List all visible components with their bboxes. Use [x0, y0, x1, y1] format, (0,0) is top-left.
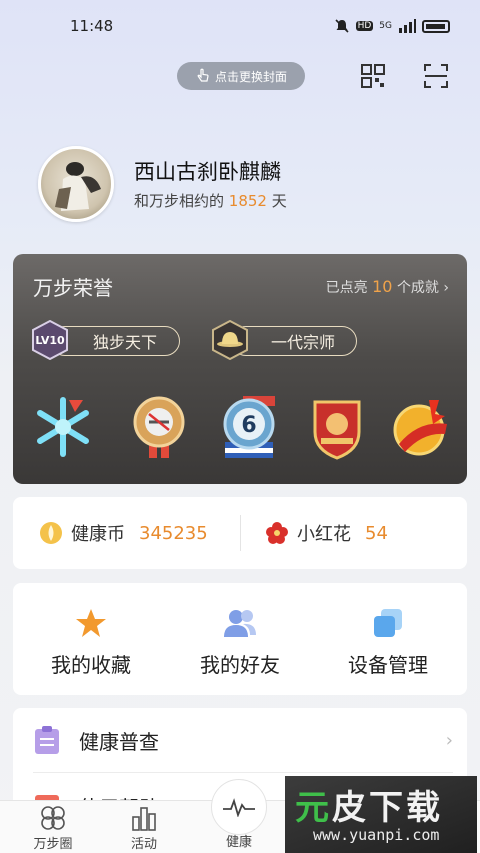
little-red-flowers[interactable]: 小红花 54 [265, 497, 388, 569]
circle-group-icon [41, 806, 65, 830]
list-divider [33, 772, 453, 773]
status-icons: HD 5G [334, 18, 450, 34]
tab-label-health: 健康 [225, 835, 252, 850]
shield-medal-icon[interactable] [305, 394, 369, 460]
days-suffix: 天 [271, 192, 287, 210]
heartbeat-icon [223, 798, 255, 817]
days-value: 1852 [228, 192, 267, 210]
favorites-button[interactable]: 我的收藏 [21, 607, 161, 678]
points-card: 健康币 345235 小红花 54 [13, 497, 467, 569]
signal-icon [399, 19, 416, 33]
points-divider [240, 515, 241, 551]
lit-prefix: 已点亮 [325, 280, 368, 296]
device-management-button[interactable]: 设备管理 [318, 607, 458, 678]
device-management-label: 设备管理 [348, 653, 428, 677]
site-watermark-logo: 元皮下载 www.yuanpi.com [285, 776, 477, 853]
watermark-brand: 元皮下载 [295, 780, 443, 829]
tab-wanbu-circle[interactable]: 万步圈 [18, 805, 88, 852]
number-six-medal-icon[interactable]: 6 [217, 394, 281, 460]
snowflake-medal-icon[interactable] [31, 394, 95, 460]
red-flowers-value: 54 [365, 522, 388, 544]
profile-name: 西山古刹卧麒麟 [134, 160, 281, 184]
devices-icon [374, 609, 402, 637]
days-prefix: 和万步相约的 [134, 192, 225, 210]
mute-icon [335, 19, 349, 33]
clipboard-icon [35, 726, 59, 754]
red-flower-icon [266, 522, 288, 544]
health-coin-icon [40, 522, 62, 544]
top-actions: 点击更换封面 [0, 60, 480, 92]
list-label-health-survey: 健康普查 [79, 729, 159, 754]
watermark-brand-b: 皮下载 [332, 788, 443, 828]
change-cover-label: 点击更换封面 [214, 69, 287, 84]
health-coins-label: 健康币 [71, 524, 125, 545]
status-bar: 11:48 HD 5G [0, 0, 480, 52]
level-hex-badge-icon: LV10 [32, 320, 68, 360]
profile-header: 西山古刹卧麒麟 和万步相约的 1852 天 [38, 146, 458, 222]
title-pill-1[interactable]: 独步天下 [50, 326, 180, 356]
title-pill-2[interactable]: 一代宗师 [231, 326, 357, 356]
chevron-right-icon: › [445, 729, 453, 751]
watermark-url: www.yuanpi.com [313, 826, 440, 844]
battery-icon [422, 19, 450, 33]
activity-icon [132, 807, 156, 831]
tab-label-wanbu-circle: 万步圈 [33, 837, 73, 852]
hd-icon: HD [355, 21, 374, 31]
change-cover-button[interactable]: 点击更换封面 [177, 62, 305, 90]
friends-label: 我的好友 [200, 653, 280, 677]
chevron-right-icon: › [443, 280, 449, 296]
honor-card[interactable]: 万步荣誉 已点亮 10 个成就 › 独步天下 LV10 一代宗师 6 [13, 254, 467, 484]
tab-label-activity: 活动 [130, 837, 157, 852]
tab-health[interactable]: 健康 [204, 831, 274, 850]
title-label-1: 独步天下 [92, 333, 157, 352]
long-march-medal-icon[interactable] [389, 394, 453, 460]
watermark-brand-a: 元 [295, 788, 332, 828]
avatar-figure-icon [55, 162, 101, 211]
medal-six-text: 6 [241, 413, 256, 438]
health-coins[interactable]: 健康币 345235 [39, 497, 208, 569]
tab-activity[interactable]: 活动 [109, 805, 179, 852]
level-badge-text: LV10 [35, 334, 65, 347]
avatar[interactable] [38, 146, 114, 222]
achievements-lit-link[interactable]: 已点亮 10 个成就 › [326, 277, 449, 297]
star-icon [76, 609, 106, 637]
master-hat-badge-icon [212, 320, 248, 360]
honor-title: 万步荣誉 [33, 276, 113, 300]
status-time: 11:48 [70, 17, 114, 35]
qr-code-icon[interactable] [359, 62, 387, 90]
profile-days: 和万步相约的 1852 天 [134, 190, 287, 211]
friends-icon [224, 610, 256, 637]
red-flowers-label: 小红花 [297, 524, 351, 545]
network-label: 5G [379, 21, 392, 31]
favorites-label: 我的收藏 [51, 653, 131, 677]
no-smoking-medal-icon[interactable] [127, 394, 191, 460]
title-label-2: 一代宗师 [270, 333, 335, 352]
hand-pointer-icon [197, 68, 209, 82]
medal-row: 6 [13, 394, 467, 464]
friends-button[interactable]: 我的好友 [170, 607, 310, 678]
scan-icon[interactable] [422, 62, 450, 90]
health-coins-value: 345235 [139, 522, 208, 544]
lit-count: 10 [372, 277, 393, 296]
lit-suffix: 个成就 [396, 280, 439, 296]
list-item-health-survey[interactable]: 健康普查 › [13, 708, 467, 772]
quick-actions-card: 我的收藏 我的好友 设备管理 [13, 583, 467, 695]
tab-health-button[interactable] [211, 779, 267, 835]
